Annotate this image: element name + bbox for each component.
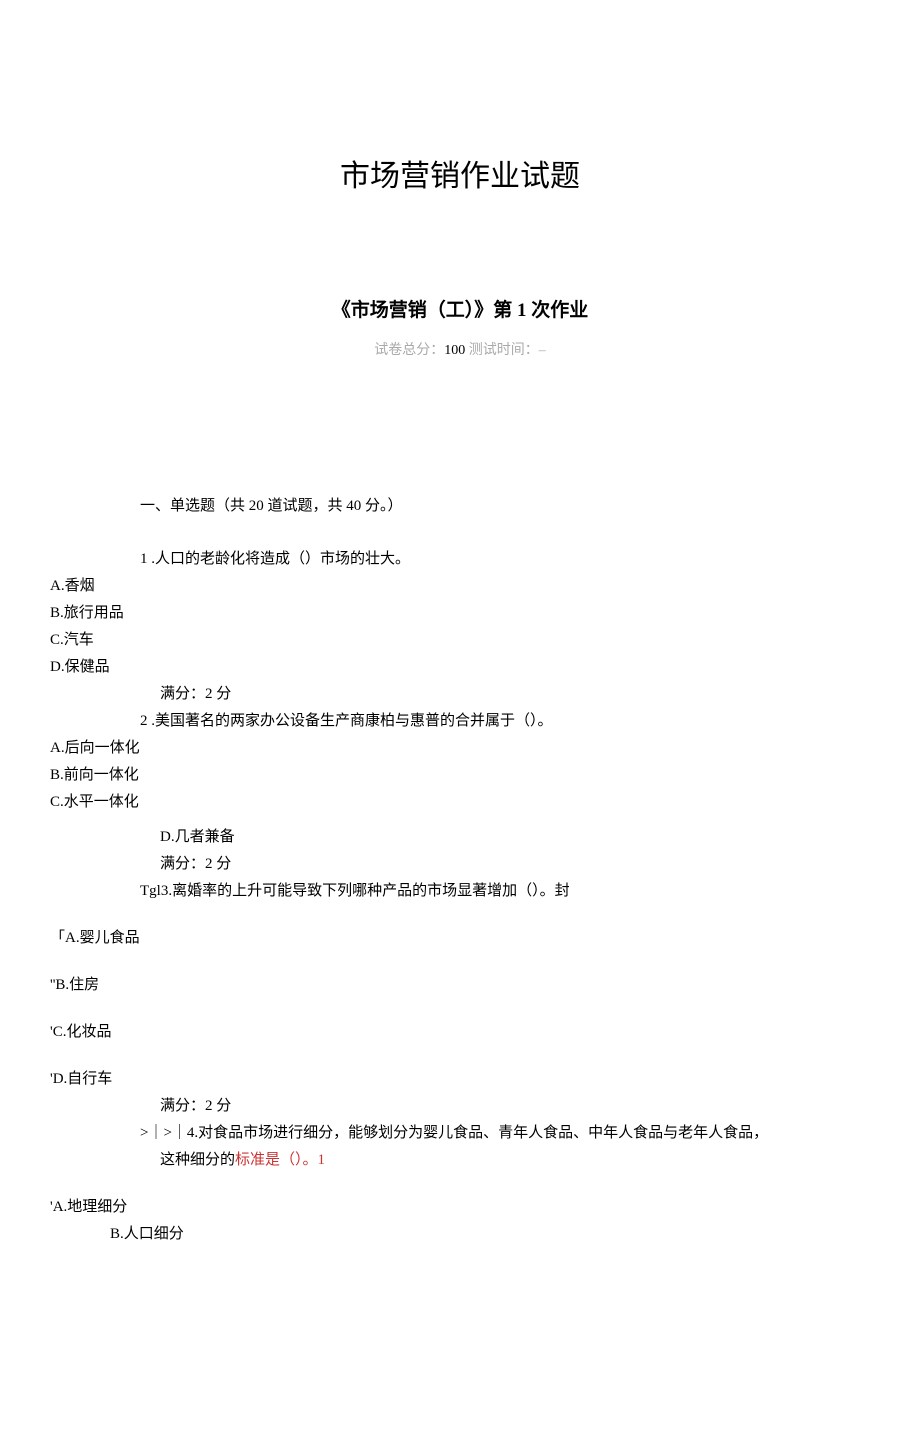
q2-score: 满分：2 分 — [160, 851, 870, 878]
q2-option-b: B.前向一体化 — [50, 762, 870, 789]
q3-option-b: ''B.住房 — [50, 972, 870, 999]
q2-stem: 2 .美国著名的两家办公设备生产商康柏与惠普的合并属于（）。 — [140, 708, 870, 735]
q1-option-c: C.汽车 — [50, 627, 870, 654]
q4-stem-line1: >｜>｜4.对食品市场进行细分，能够划分为婴儿食品、青年人食品、中年人食品与老年… — [140, 1120, 870, 1147]
sub-title: 《市场营销（工）》第 1 次作业 — [50, 294, 870, 328]
q4-option-a: 'A.地理细分 — [50, 1194, 870, 1221]
q2-option-d: D.几者兼备 — [160, 824, 870, 851]
q4-stem-line2b: 标准是（）。1 — [235, 1152, 325, 1168]
q3-option-a: 「A.婴儿食品 — [50, 925, 870, 952]
section-header: 一、单选题（共 20 道试题，共 40 分。） — [140, 493, 870, 520]
q2-option-c: C.水平一体化 — [50, 789, 870, 816]
meta-time-label: 测试时间：– — [469, 343, 546, 358]
q3-stem: Tgl3.离婚率的上升可能导致下列哪种产品的市场显著增加（）。封 — [140, 878, 870, 905]
q1-option-b: B.旅行用品 — [50, 600, 870, 627]
meta-total-prefix: 试卷总分： — [374, 343, 444, 358]
q4-option-b: B.人口细分 — [110, 1221, 870, 1248]
q4-stem-line2: 这种细分的标准是（）。1 — [160, 1147, 870, 1174]
q4-stem-line2a: 这种细分的 — [160, 1152, 235, 1168]
meta-total-value: 100 — [444, 343, 465, 358]
q2-option-a: A.后向一体化 — [50, 735, 870, 762]
q1-option-d: D.保健品 — [50, 654, 870, 681]
q1-score: 满分：2 分 — [160, 681, 870, 708]
q3-option-d: 'D.自行车 — [50, 1066, 870, 1093]
q1-stem: 1 .人口的老龄化将造成（）市场的壮大。 — [140, 546, 870, 573]
main-title: 市场营销作业试题 — [50, 150, 870, 204]
meta-line: 试卷总分：100 测试时间：– — [50, 338, 870, 363]
q3-score: 满分：2 分 — [160, 1093, 870, 1120]
q1-option-a: A.香烟 — [50, 573, 870, 600]
q3-option-c: 'C.化妆品 — [50, 1019, 870, 1046]
